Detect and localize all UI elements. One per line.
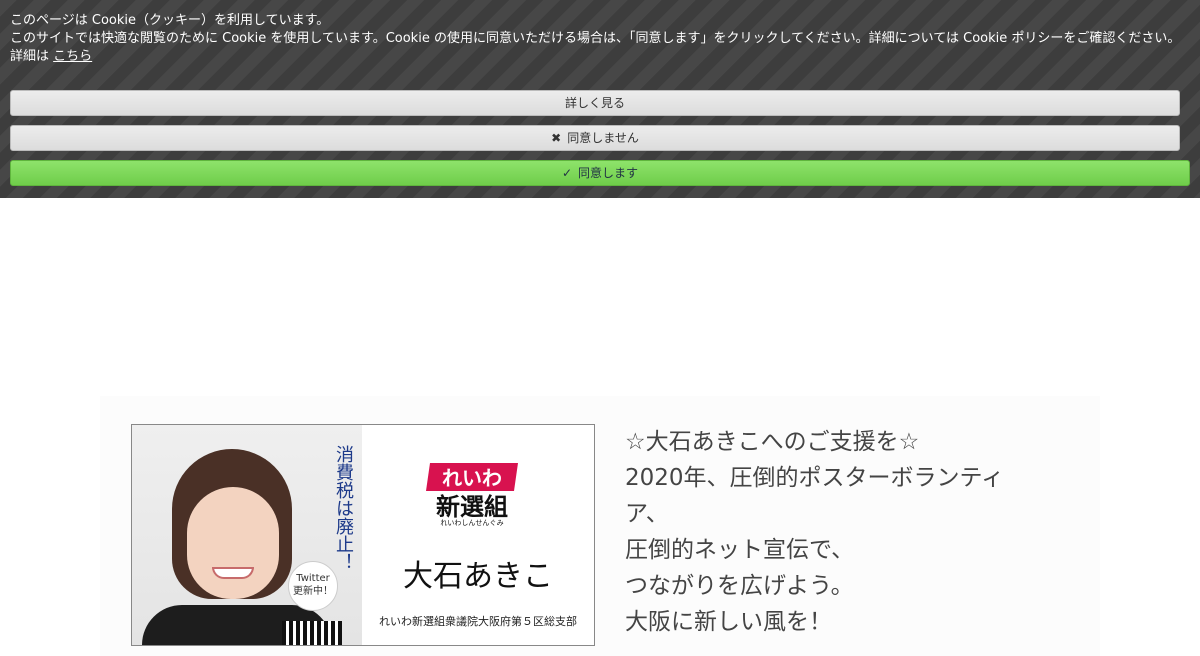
check-icon: ✓ <box>561 166 573 180</box>
reiwa-shinsengumi-logo: れいわ 新選組 れいわしんせんぐみ <box>426 463 518 527</box>
cookie-details-prefix: 詳細は <box>10 49 50 64</box>
cookie-decline-label: 同意しません <box>567 131 639 145</box>
twitter-badge: Twitter 更新中！ <box>288 561 338 611</box>
campaign-banner[interactable]: 消費税は廃止！ Twitter 更新中！ れいわ 新選組 れいわしんせんぐみ 大… <box>131 424 595 646</box>
svg-text:れいわ: れいわ <box>442 466 502 490</box>
cookie-decline-button[interactable]: ✖ 同意しません <box>10 125 1180 151</box>
cookie-details-link[interactable]: こちら <box>53 49 92 64</box>
qr-code-icon <box>282 621 342 645</box>
svg-text:れいわしんせんぐみ: れいわしんせんぐみ <box>440 519 503 527</box>
cookie-body: このサイトでは快適な閲覧のために Cookie を使用しています。Cookie … <box>10 31 1181 46</box>
cookie-consent-bar: このページは Cookie（クッキー）を利用しています。 このサイトでは快適な閲… <box>0 0 1200 198</box>
svg-text:新選組: 新選組 <box>436 492 508 521</box>
message-line: 大阪に新しい風を！ <box>625 609 832 635</box>
message-line: 2020年、圧倒的ポスターボランティ <box>625 465 1005 491</box>
support-message: ☆大石あきこへのご支援を☆ 2020年、圧倒的ポスターボランティ ア、 圧倒的ネ… <box>625 424 1045 640</box>
candidate-name: 大石あきこ <box>403 559 553 594</box>
message-line: ア、 <box>625 501 669 527</box>
close-icon: ✖ <box>551 131 562 145</box>
slogan-vertical: 消費税は廃止！ <box>333 445 354 571</box>
cookie-accept-label: 同意します <box>578 166 639 180</box>
message-line: 圧倒的ネット宣伝で、 <box>625 537 855 563</box>
candidate-photo: 消費税は廃止！ Twitter 更新中！ <box>132 425 362 645</box>
cookie-details: 詳細は こちら <box>10 48 1190 66</box>
organization-line: れいわ新選組衆議院大阪府第５区総支部 <box>379 615 577 628</box>
message-line: ☆大石あきこへのご支援を☆ <box>625 429 920 455</box>
cookie-more-button[interactable]: 詳しく見る <box>10 90 1180 116</box>
cookie-heading: このページは Cookie（クッキー）を利用しています。 <box>10 13 330 28</box>
cookie-more-label: 詳しく見る <box>564 96 625 110</box>
message-line: つながりを広げよう。 <box>625 573 854 599</box>
cookie-accept-button[interactable]: ✓ 同意します <box>10 160 1190 186</box>
